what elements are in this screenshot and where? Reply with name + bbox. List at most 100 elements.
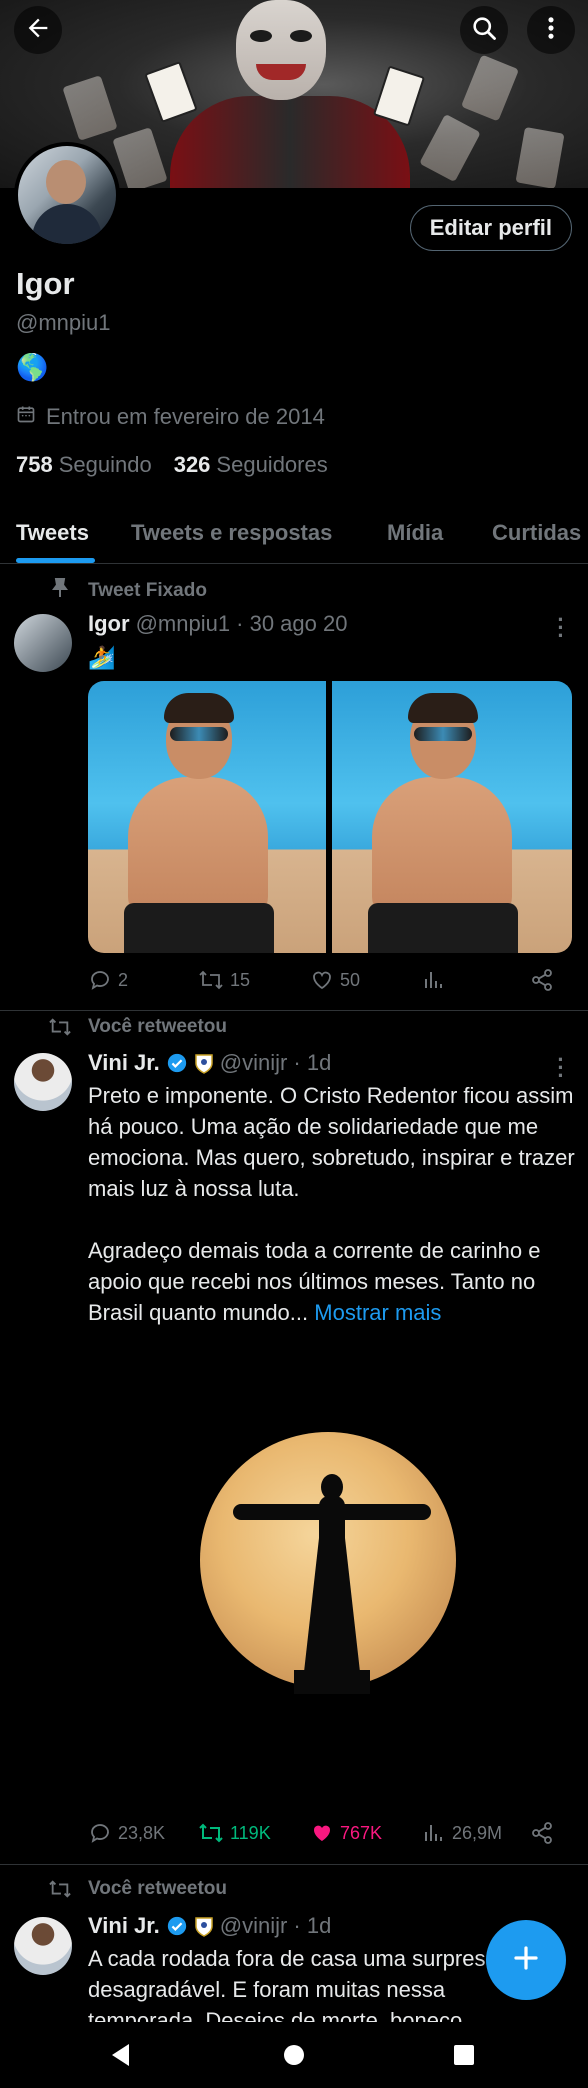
back-button[interactable] xyxy=(14,6,62,54)
retweet-icon xyxy=(49,1018,71,1036)
tweet-photo[interactable] xyxy=(332,681,572,953)
views-button[interactable]: 26,9M xyxy=(422,1821,502,1845)
profile-name: Igor xyxy=(16,266,75,301)
tweet-avatar[interactable] xyxy=(14,614,72,672)
tweet-handle-date: @vinijr · 1d xyxy=(219,1050,332,1075)
tweet-photo[interactable] xyxy=(88,681,326,953)
tweet-image[interactable] xyxy=(88,1342,576,1808)
following-count: 758 xyxy=(16,452,53,477)
search-button[interactable] xyxy=(460,6,508,54)
follow-stats: 758 Seguindo 326 Seguidores xyxy=(16,452,328,478)
share-icon xyxy=(532,1822,552,1844)
tweet-author[interactable]: Igor xyxy=(88,611,130,637)
tweet-avatar[interactable] xyxy=(14,1917,72,1975)
edit-profile-button[interactable]: Editar perfil xyxy=(409,205,572,251)
share-icon xyxy=(532,969,552,991)
profile-tabs: Tweets Tweets e respostas Mídia Curtidas xyxy=(0,502,588,564)
share-button[interactable] xyxy=(530,1821,554,1845)
reply-button[interactable]: 23,8K xyxy=(88,1821,165,1845)
more-options-button[interactable] xyxy=(527,6,575,54)
tweet-more-icon[interactable]: · · · xyxy=(556,1049,566,1087)
banner-card xyxy=(372,65,426,127)
tweet-author[interactable]: Vini Jr. xyxy=(88,1050,160,1076)
heart-icon xyxy=(313,971,331,990)
like-count: 767K xyxy=(340,1822,383,1843)
bio-emoji: 🌎 xyxy=(16,352,49,382)
banner-decoration xyxy=(515,126,565,188)
tweet-handle-date: @vinijr · 1d xyxy=(219,1913,332,1938)
tab-tweets-replies[interactable]: Tweets e respostas xyxy=(131,520,332,546)
triangle-back-icon xyxy=(112,2044,129,2066)
following-link[interactable]: 758 Seguindo xyxy=(16,452,152,478)
views-icon xyxy=(425,972,442,988)
club-badge-icon xyxy=(194,1052,214,1074)
banner-person-face xyxy=(236,0,326,100)
profile-handle: @mnpiu1 xyxy=(16,310,111,335)
system-navigation-bar xyxy=(0,2022,588,2088)
statue-shape xyxy=(321,1474,343,1500)
more-vertical-icon xyxy=(537,14,565,47)
plus-icon xyxy=(511,1943,541,1978)
profile-avatar[interactable] xyxy=(14,142,120,248)
statue-shape xyxy=(319,1496,345,1676)
following-label: Seguindo xyxy=(58,452,152,477)
tweet-author[interactable]: Vini Jr. xyxy=(88,1913,160,1939)
followers-label: Seguidores xyxy=(216,452,328,477)
tab-likes[interactable]: Curtidas xyxy=(492,520,581,546)
divider xyxy=(0,1864,588,1865)
tab-tweets[interactable]: Tweets xyxy=(16,520,89,546)
retweeted-text: Você retweetou xyxy=(88,1878,228,1899)
nav-back-button[interactable] xyxy=(106,2040,136,2070)
banner-decoration xyxy=(62,75,118,141)
reply-count: 2 xyxy=(118,969,129,990)
tweet-more-icon[interactable]: · · · xyxy=(556,609,566,647)
statue-shape xyxy=(233,1504,431,1520)
reply-button[interactable]: 2 xyxy=(88,968,128,992)
pinned-label: Tweet Fixado xyxy=(52,578,207,604)
retweet-button[interactable]: 15 xyxy=(198,968,250,992)
like-button[interactable]: 50 xyxy=(310,968,360,992)
retweeted-label: Você retweetou xyxy=(48,1016,227,1038)
followers-link[interactable]: 326 Seguidores xyxy=(174,452,328,478)
pin-icon xyxy=(52,578,68,604)
retweeted-label: Você retweetou xyxy=(48,1878,227,1900)
retweet-count: 119K xyxy=(230,1822,271,1843)
followers-count: 326 xyxy=(173,452,211,477)
banner-decoration xyxy=(460,54,520,122)
tweet-handle-date: @mnpiu1 · 30 ago 20 xyxy=(135,611,348,636)
heart-icon xyxy=(313,1825,331,1841)
reply-icon xyxy=(91,971,109,990)
views-icon xyxy=(425,1825,442,1841)
verified-badge-icon xyxy=(166,1052,188,1074)
calendar-icon xyxy=(16,404,36,430)
joined-text: Entrou em fevereiro de 2014 xyxy=(46,404,325,429)
pinned-text: Tweet Fixado xyxy=(88,580,207,601)
retweet-icon xyxy=(49,1880,71,1898)
nav-recents-button[interactable] xyxy=(449,2040,479,2070)
tweet-header: Igor @mnpiu1 · 30 ago 20 xyxy=(88,611,347,637)
retweeted-text: Você retweetou xyxy=(88,1016,228,1037)
nav-home-button[interactable] xyxy=(279,2040,309,2070)
like-button[interactable]: 767K xyxy=(310,1821,382,1845)
arrow-left-icon xyxy=(24,14,52,47)
retweet-icon xyxy=(199,970,223,990)
views-button[interactable] xyxy=(422,968,446,992)
tab-media[interactable]: Mídia xyxy=(387,520,443,546)
circle-home-icon xyxy=(284,2045,304,2065)
tweet-header: Vini Jr. @vinijr · 1d xyxy=(88,1913,331,1939)
compose-tweet-button[interactable] xyxy=(486,1920,566,2000)
share-button[interactable] xyxy=(530,968,554,992)
tweet-text: Preto e imponente. O Cristo Redentor fic… xyxy=(88,1080,576,1328)
reply-icon xyxy=(91,1824,109,1843)
show-more-link[interactable]: Mostrar mais xyxy=(314,1300,441,1325)
banner-card xyxy=(144,61,198,123)
retweet-icon xyxy=(199,1823,223,1843)
tweet-actions: 23,8K 119K 767K 26,9M xyxy=(88,1821,558,1851)
like-count: 50 xyxy=(340,969,361,990)
retweet-count: 15 xyxy=(230,969,251,990)
tweet-avatar[interactable] xyxy=(14,1053,72,1111)
statue-shape xyxy=(294,1670,370,1694)
avatar-image xyxy=(18,146,116,244)
retweet-button[interactable]: 119K xyxy=(198,1821,271,1845)
active-tab-indicator xyxy=(16,558,95,563)
